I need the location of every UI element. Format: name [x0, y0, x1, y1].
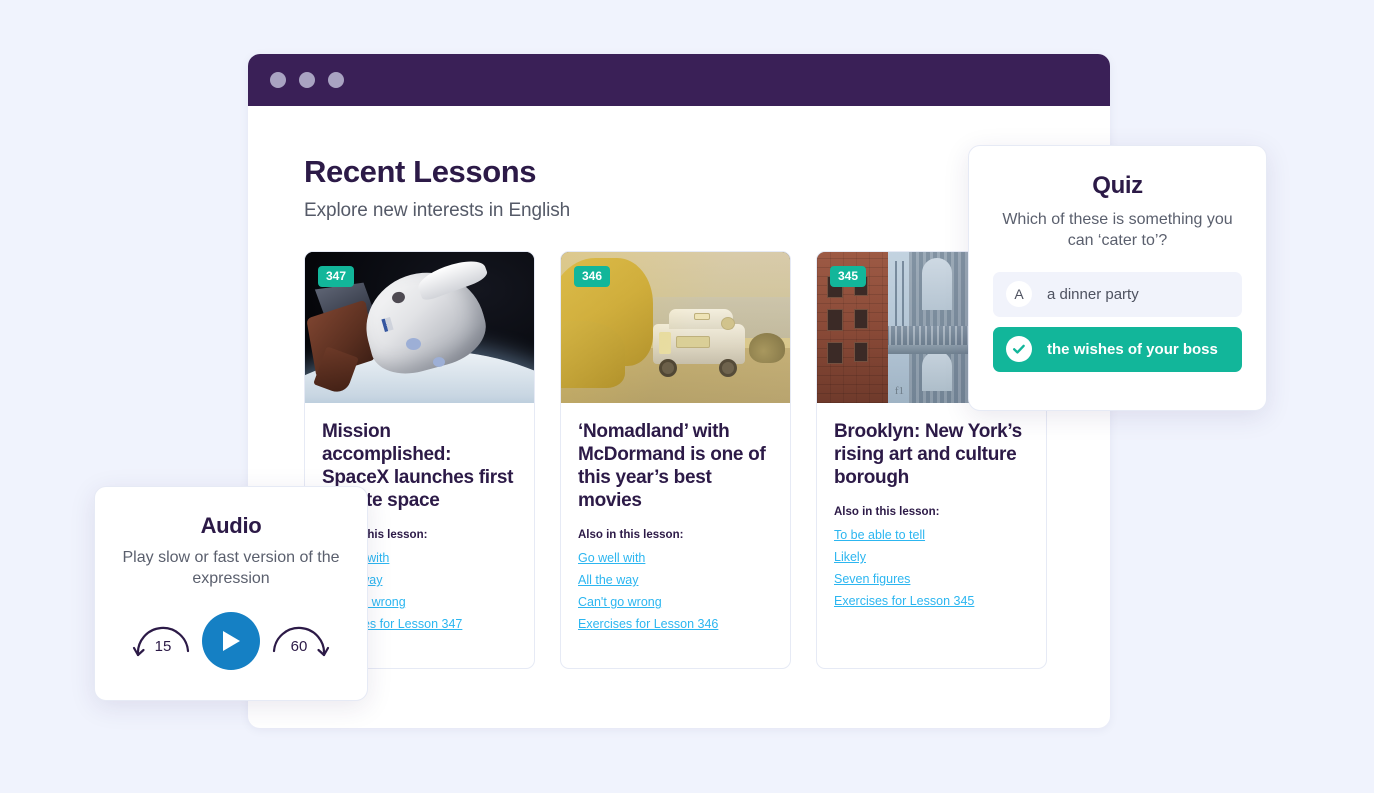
lesson-thumbnail: 346	[561, 251, 790, 403]
browser-titlebar	[248, 54, 1110, 106]
forward-seconds-label: 60	[290, 637, 308, 655]
quiz-question: Which of these is something you can ‘cat…	[1002, 211, 1233, 249]
lesson-link[interactable]: Go well with	[578, 550, 773, 567]
audio-title: Audio	[200, 513, 262, 538]
quiz-option-correct[interactable]: the wishes of your boss	[993, 326, 1242, 372]
lesson-card-body: ‘Nomadland’ with McDormand is one of thi…	[561, 403, 790, 633]
play-icon	[223, 630, 240, 651]
quiz-option-list: A a dinner party the wishes of your boss	[993, 271, 1242, 372]
audio-card: Audio Play slow or fast version of the e…	[94, 486, 368, 701]
lesson-thumbnail: 347	[305, 251, 534, 403]
forward-60-button[interactable]: 60	[266, 617, 332, 665]
lesson-link[interactable]: To be able to tell	[834, 527, 1029, 544]
window-close-dot[interactable]	[270, 72, 286, 88]
lesson-exercises-link[interactable]: Exercises for Lesson 345	[834, 593, 1029, 610]
quiz-card: Quiz Which of these is something you can…	[968, 145, 1267, 411]
lesson-link-list: Go well with All the way Can't go wrong …	[578, 550, 773, 633]
page-subtitle: Explore new interests in English	[304, 199, 571, 221]
audio-subtitle: Play slow or fast version of the express…	[122, 549, 340, 587]
quiz-option-letter: A	[1006, 281, 1032, 308]
bridge-sign-text: f1	[894, 384, 905, 397]
lesson-card-body: Brooklyn: New York’s rising art and cult…	[817, 403, 1046, 610]
lesson-link-list: To be able to tell Likely Seven figures …	[834, 527, 1029, 610]
quiz-option-text: a dinner party	[1047, 285, 1139, 303]
rewind-seconds-label: 15	[154, 637, 172, 655]
page-title: Recent Lessons	[304, 154, 537, 189]
window-maximize-dot[interactable]	[328, 72, 344, 88]
quiz-option-a[interactable]: A a dinner party	[993, 271, 1242, 317]
lesson-number-badge: 345	[830, 265, 867, 287]
lesson-exercises-link[interactable]: Exercises for Lesson 346	[578, 616, 773, 633]
lesson-card-list: 347 Mission accomplished: SpaceX launche…	[304, 250, 1054, 669]
window-minimize-dot[interactable]	[299, 72, 315, 88]
play-button[interactable]	[202, 611, 260, 670]
lesson-title: Brooklyn: New York’s rising art and cult…	[834, 420, 1022, 488]
lesson-title: ‘Nomadland’ with McDormand is one of thi…	[578, 420, 766, 512]
audio-controls: 15 60	[117, 611, 345, 670]
lesson-card[interactable]: 346 ‘Nomadland’ with McDormand is one of…	[560, 250, 791, 669]
quiz-option-text: the wishes of your boss	[1047, 340, 1218, 358]
also-in-lesson-label: Also in this lesson:	[578, 529, 684, 542]
lesson-link[interactable]: Seven figures	[834, 571, 1029, 588]
lesson-link[interactable]: Can't go wrong	[578, 594, 773, 611]
also-in-lesson-label: Also in this lesson:	[834, 506, 940, 519]
check-circle-icon	[1006, 336, 1032, 363]
quiz-title: Quiz	[1092, 172, 1143, 199]
lesson-link[interactable]: Likely	[834, 549, 1029, 566]
rewind-15-button[interactable]: 15	[130, 617, 196, 665]
lesson-number-badge: 346	[574, 265, 611, 287]
lesson-number-badge: 347	[318, 265, 355, 287]
lesson-link[interactable]: All the way	[578, 572, 773, 589]
